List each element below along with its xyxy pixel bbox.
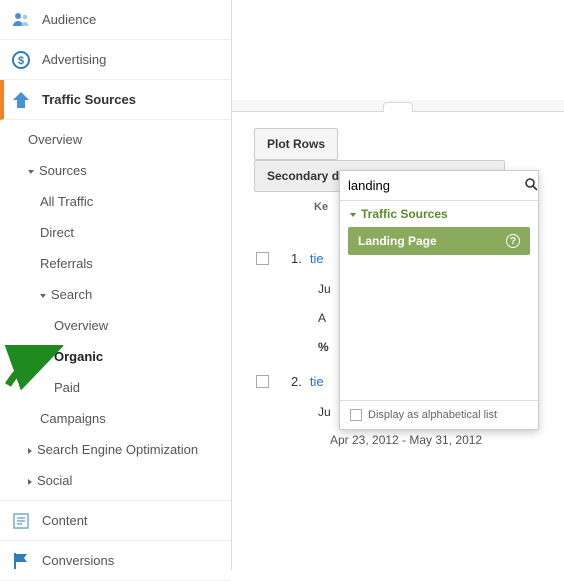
chevron-right-icon [28, 479, 32, 485]
sub-paid[interactable]: Paid [0, 372, 231, 403]
alphabetical-checkbox[interactable] [350, 409, 362, 421]
dimension-dropdown-panel: Traffic Sources Landing Page ? Display a… [339, 170, 539, 430]
date-range: Apr 23, 2012 - May 31, 2012 [330, 433, 482, 447]
sub-organic[interactable]: Organic [0, 341, 231, 372]
row-link[interactable]: tie [310, 251, 324, 266]
chevron-down-icon [350, 213, 356, 217]
chevron-right-icon [28, 448, 32, 454]
row-number: 2. [291, 374, 302, 389]
traffic-icon [10, 90, 32, 110]
nav-advertising-label: Advertising [42, 52, 106, 67]
row-number: 1. [291, 251, 302, 266]
audience-icon [10, 10, 32, 30]
nav-traffic-sources[interactable]: Traffic Sources [0, 80, 231, 120]
sub-all-traffic[interactable]: All Traffic [0, 186, 231, 217]
nav-conversions-label: Conversions [42, 553, 114, 568]
metric-cell: Ju [318, 405, 331, 419]
nav-audience-label: Audience [42, 12, 96, 27]
chevron-down-icon [28, 170, 34, 174]
panel-handle [232, 100, 564, 112]
sub-direct[interactable]: Direct [0, 217, 231, 248]
row-link[interactable]: tie [310, 374, 324, 389]
sub-search-overview[interactable]: Overview [0, 310, 231, 341]
search-icon[interactable] [524, 177, 538, 194]
plot-rows-button[interactable]: Plot Rows [254, 128, 338, 160]
row-checkbox[interactable] [256, 252, 269, 265]
row-checkbox[interactable] [256, 375, 269, 388]
sidebar-subnav: Overview Sources All Traffic Direct Refe… [0, 120, 231, 501]
help-icon[interactable]: ? [506, 234, 520, 248]
expand-handle-icon[interactable] [383, 102, 413, 112]
sub-overview[interactable]: Overview [0, 124, 231, 155]
sub-campaigns[interactable]: Campaigns [0, 403, 231, 434]
metric-cell: A [318, 311, 326, 325]
dimension-footer: Display as alphabetical list [340, 400, 538, 429]
flag-icon [10, 551, 32, 571]
metric-cell: Ju [318, 282, 331, 296]
sub-seo[interactable]: Search Engine Optimization [0, 434, 231, 465]
nav-advertising[interactable]: $ Advertising [0, 40, 231, 80]
nav-content-label: Content [42, 513, 88, 528]
dimension-item-landing-page[interactable]: Landing Page ? [348, 227, 530, 255]
alphabetical-label: Display as alphabetical list [368, 409, 497, 421]
sub-social[interactable]: Social [0, 465, 231, 496]
dimension-category[interactable]: Traffic Sources [340, 201, 538, 227]
chevron-down-icon [40, 294, 46, 298]
nav-audience[interactable]: Audience [0, 0, 231, 40]
advertising-icon: $ [10, 50, 32, 70]
content-icon [10, 511, 32, 531]
sub-search[interactable]: Search [0, 279, 231, 310]
nav-traffic-sources-label: Traffic Sources [42, 92, 136, 107]
dimension-search-input[interactable] [348, 178, 524, 193]
sidebar: Audience $ Advertising Traffic Sources O… [0, 0, 232, 570]
nav-conversions[interactable]: Conversions [0, 541, 231, 581]
sub-sources[interactable]: Sources [0, 155, 231, 186]
nav-content[interactable]: Content [0, 501, 231, 541]
dimension-search-row [340, 171, 538, 201]
column-header: Ke [314, 201, 328, 213]
svg-text:$: $ [18, 55, 24, 67]
sub-referrals[interactable]: Referrals [0, 248, 231, 279]
metric-cell: % [318, 340, 329, 354]
